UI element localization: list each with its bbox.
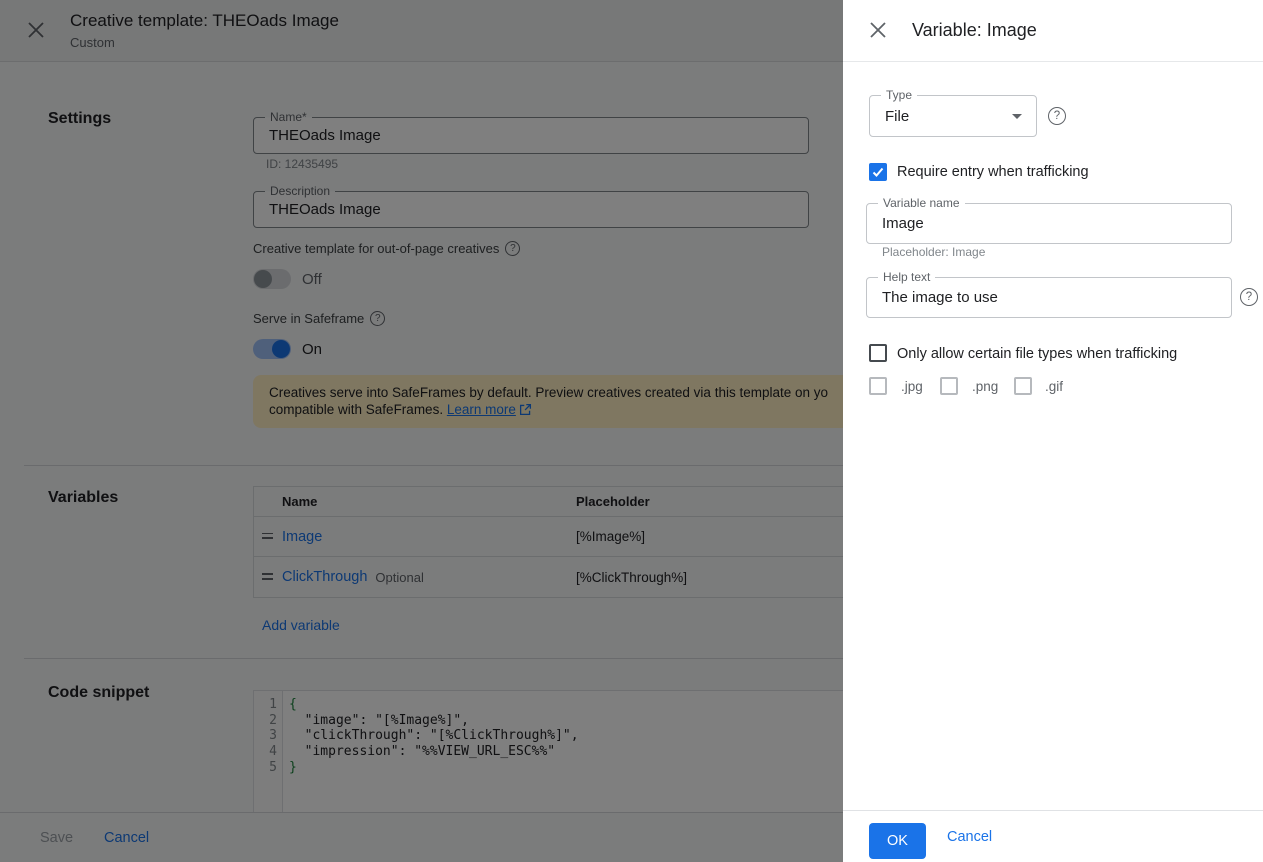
png-checkbox[interactable] [940, 377, 958, 395]
type-help-icon[interactable]: ? [1048, 107, 1066, 125]
close-icon[interactable] [868, 21, 888, 41]
type-select-value: File [885, 96, 1028, 136]
file-types-label[interactable]: Only allow certain file types when traff… [897, 346, 1177, 362]
png-label: .png [972, 379, 998, 394]
require-entry-checkbox[interactable] [869, 163, 887, 181]
app-root: Creative template: THEOads Image Custom … [0, 0, 1263, 862]
gif-label: .gif [1045, 379, 1063, 394]
jpg-checkbox[interactable] [869, 377, 887, 395]
panel-header: Variable: Image [843, 0, 1263, 62]
variable-name-field[interactable]: Variable name Image [866, 203, 1232, 244]
require-entry-label[interactable]: Require entry when trafficking [897, 164, 1089, 180]
panel-footer: OK Cancel [843, 810, 1263, 862]
panel-cancel-button[interactable]: Cancel [947, 811, 992, 862]
help-text-help-icon[interactable]: ? [1240, 288, 1258, 306]
help-text-field[interactable]: Help text The image to use [866, 277, 1232, 318]
chevron-down-icon [1012, 114, 1022, 119]
help-text-value: The image to use [882, 278, 1223, 317]
placeholder-helper: Placeholder: Image [882, 245, 985, 259]
jpg-label: .jpg [901, 379, 923, 394]
variable-panel: Variable: Image Type File ? Require entr… [843, 0, 1263, 862]
file-types-checkbox[interactable] [869, 344, 887, 362]
variable-name-value: Image [882, 204, 1223, 243]
type-select[interactable]: Type File [869, 95, 1037, 137]
ok-button[interactable]: OK [869, 823, 926, 859]
panel-title: Variable: Image [912, 20, 1037, 41]
gif-checkbox[interactable] [1014, 377, 1032, 395]
